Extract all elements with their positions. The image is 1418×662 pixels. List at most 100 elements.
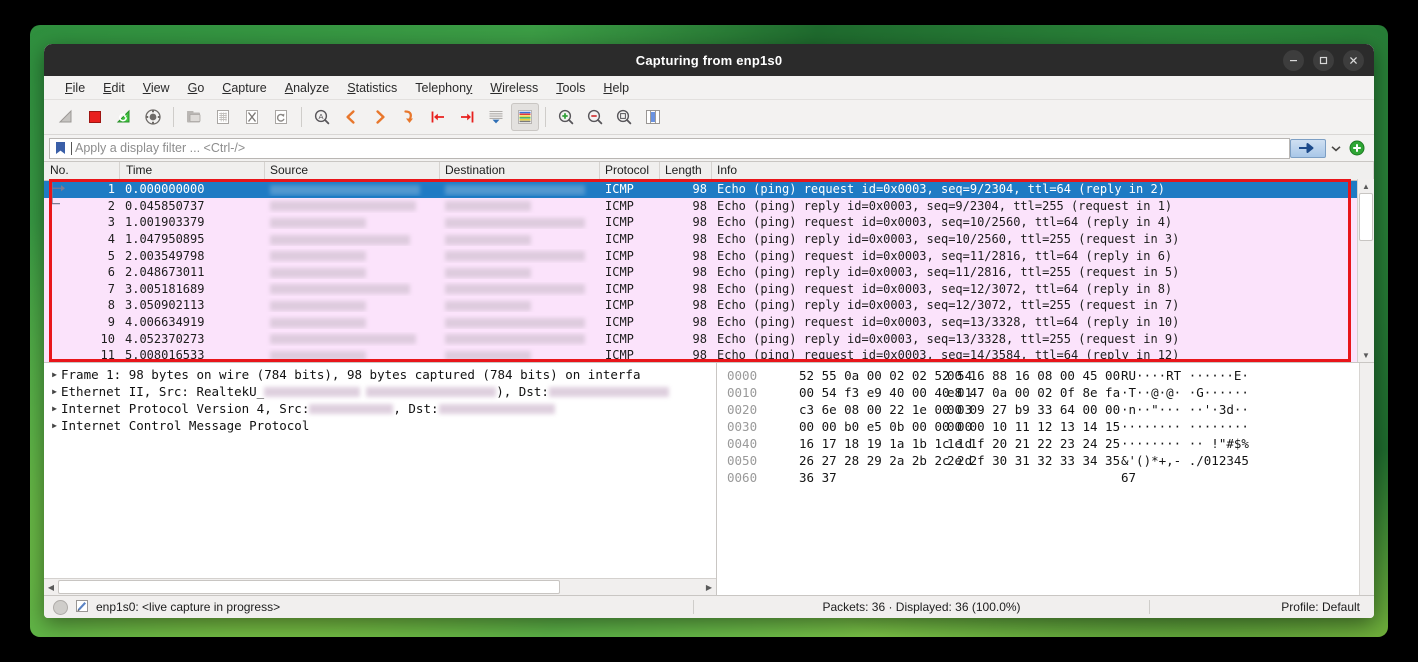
redacted-source	[270, 201, 416, 212]
table-row[interactable]: 1 0.000000000 ICMP 98 Echo (ping) request id…	[44, 181, 1374, 198]
open-file-icon[interactable]	[180, 103, 208, 131]
hex-dump-line[interactable]: 0020 c3 6e 08 00 22 1e 00 03 00 09 27 b9 3…	[727, 401, 1374, 418]
table-row[interactable]: 2 0.045850737 ICMP 98 Echo (ping) reply id=0…	[44, 197, 1374, 215]
colorize-icon[interactable]	[511, 103, 539, 131]
expand-triangle-icon[interactable]: ▶	[48, 421, 61, 430]
detail-node-frame[interactable]: ▶ Frame 1: 98 bytes on wire (784 bits), …	[48, 366, 716, 383]
capture-comment-icon[interactable]	[75, 599, 89, 616]
minimize-button[interactable]	[1283, 49, 1304, 71]
cell-time: 0.045850737	[125, 198, 205, 213]
menu-go[interactable]: Go	[179, 79, 214, 97]
detail-node-ipv4[interactable]: ▶ Internet Protocol Version 4, Src: , Ds…	[48, 400, 716, 417]
menu-telephony[interactable]: Telephony	[406, 79, 481, 97]
zoom-reset-icon[interactable]	[610, 103, 638, 131]
go-to-packet-icon[interactable]	[395, 103, 423, 131]
wireshark-window: Capturing from enp1s0 File Edit View Go …	[44, 44, 1374, 618]
search-input[interactable]: Apply a display filter ... <Ctrl-/>	[75, 141, 245, 155]
expand-triangle-icon[interactable]: ▶	[48, 387, 61, 396]
column-header-info[interactable]: Info	[712, 162, 1374, 180]
menu-edit[interactable]: Edit	[94, 79, 134, 97]
resize-columns-icon[interactable]	[639, 103, 667, 131]
scrollbar-thumb[interactable]	[58, 580, 560, 594]
menu-analyze[interactable]: Analyze	[276, 79, 338, 97]
hex-dump-line[interactable]: 0010 00 54 f3 e9 40 00 40 01 e8 47 0a 00 0…	[727, 384, 1374, 401]
main-toolbar: A	[44, 100, 1374, 135]
restart-capture-icon[interactable]	[110, 103, 138, 131]
table-row[interactable]: 10 4.052370273 ICMP 98 Echo (ping) reply id=…	[44, 330, 1374, 347]
go-to-first-icon[interactable]	[424, 103, 452, 131]
column-header-time[interactable]: Time	[120, 162, 265, 180]
packet-detail-tree[interactable]: ▶ Frame 1: 98 bytes on wire (784 bits), …	[44, 363, 716, 578]
table-row[interactable]: 8 3.050902113 ICMP 98 Echo (ping) reply id=0…	[44, 297, 1374, 314]
maximize-button[interactable]	[1313, 49, 1334, 71]
bookmark-icon[interactable]	[53, 141, 68, 156]
cell-info: Echo (ping) reply id=0x0003, seq=11/2816…	[717, 265, 1180, 280]
go-to-last-icon[interactable]	[453, 103, 481, 131]
cell-time: 0.000000000	[125, 182, 205, 197]
auto-scroll-icon[interactable]	[482, 103, 510, 131]
filter-input-wrapper[interactable]: Apply a display filter ... <Ctrl-/>	[49, 137, 1290, 159]
hex-dump-line[interactable]: 0060 36 37 67	[727, 469, 1374, 486]
column-header-protocol[interactable]: Protocol	[600, 162, 660, 180]
detail-node-icmp[interactable]: ▶ Internet Control Message Protocol	[48, 417, 716, 434]
menu-view[interactable]: View	[134, 79, 179, 97]
packet-details-hscrollbar[interactable]: ◀ ▶	[44, 578, 716, 595]
find-packet-icon[interactable]: A	[308, 103, 336, 131]
profile-text[interactable]: Profile: Default	[1150, 600, 1374, 614]
chevron-down-icon[interactable]	[1329, 140, 1343, 157]
hex-dump-line[interactable]: 0000 52 55 0a 00 02 02 52 54 00 16 88 16 0…	[727, 367, 1374, 384]
column-header-source[interactable]: Source	[265, 162, 440, 180]
hex-dump-line[interactable]: 0040 16 17 18 19 1a 1b 1c 1d 1e 1f 20 21 2…	[727, 435, 1374, 452]
menu-wireless[interactable]: Wireless	[481, 79, 547, 97]
column-header-no[interactable]: No.	[44, 162, 120, 180]
go-forward-icon[interactable]	[366, 103, 394, 131]
table-row[interactable]: 6 2.048673011 ICMP 98 Echo (ping) reply id=0…	[44, 263, 1374, 281]
apply-filter-arrow-icon[interactable]	[1290, 138, 1326, 158]
detail-node-ethernet[interactable]: ▶ Ethernet II, Src: RealtekU_ ), Dst:	[48, 383, 716, 400]
start-capture-icon[interactable]	[52, 103, 80, 131]
zoom-out-icon[interactable]	[581, 103, 609, 131]
table-row[interactable]: 5 2.003549798 ICMP 98 Echo (ping) request id…	[44, 247, 1374, 264]
menu-help[interactable]: Help	[594, 79, 638, 97]
menu-file[interactable]: File	[56, 79, 94, 97]
reload-file-icon[interactable]	[267, 103, 295, 131]
menu-statistics[interactable]: Statistics	[338, 79, 406, 97]
expand-triangle-icon[interactable]: ▶	[48, 404, 61, 413]
close-file-icon[interactable]	[238, 103, 266, 131]
column-header-length[interactable]: Length	[660, 162, 712, 180]
menu-capture[interactable]: Capture	[213, 79, 275, 97]
table-row[interactable]: 7 3.005181689 ICMP 98 Echo (ping) request id…	[44, 280, 1374, 298]
scrollbar-thumb[interactable]	[1359, 193, 1373, 241]
scrollbar-track[interactable]	[1358, 193, 1374, 348]
redacted-destination	[445, 284, 585, 295]
hex-ascii: 67	[1121, 470, 1137, 485]
hex-dump-line[interactable]: 0030 00 00 b0 e5 0b 00 00 00 00 00 10 11 1…	[727, 418, 1374, 435]
packet-bytes-scrollbar[interactable]	[1359, 363, 1374, 595]
packet-list-body[interactable]: 1 0.000000000 ICMP 98 Echo (ping) request id…	[44, 181, 1374, 362]
save-file-icon[interactable]	[209, 103, 237, 131]
menu-bar: File Edit View Go Capture Analyze Statis…	[44, 76, 1374, 100]
add-filter-button-icon[interactable]	[1348, 140, 1365, 157]
scrollbar-track[interactable]	[58, 579, 702, 595]
stop-capture-icon[interactable]	[81, 103, 109, 131]
close-button[interactable]	[1343, 49, 1364, 71]
packet-list-scrollbar[interactable]: ▲ ▼	[1357, 179, 1374, 362]
go-back-icon[interactable]	[337, 103, 365, 131]
table-row[interactable]: 9 4.006634919 ICMP 98 Echo (ping) request id…	[44, 313, 1374, 331]
packet-bytes-pane[interactable]: 0000 52 55 0a 00 02 02 52 54 00 16 88 16 0…	[717, 363, 1374, 595]
menu-tools[interactable]: Tools	[547, 79, 594, 97]
scroll-up-icon[interactable]: ▲	[1358, 179, 1374, 193]
table-row[interactable]: 3 1.001903379 ICMP 98 Echo (ping) request id…	[44, 214, 1374, 231]
hex-bytes-first-half: c3 6e 08 00 22 1e 00 03	[799, 402, 973, 417]
scroll-right-icon[interactable]: ▶	[702, 579, 716, 595]
column-header-destination[interactable]: Destination	[440, 162, 600, 180]
table-row[interactable]: 11 5.008016533 ICMP 98 Echo (ping) request i…	[44, 346, 1374, 362]
scroll-down-icon[interactable]: ▼	[1358, 348, 1374, 362]
expert-info-icon[interactable]	[53, 599, 68, 615]
zoom-in-icon[interactable]	[552, 103, 580, 131]
scroll-left-icon[interactable]: ◀	[44, 579, 58, 595]
expand-triangle-icon[interactable]: ▶	[48, 370, 61, 379]
table-row[interactable]: 4 1.047950895 ICMP 98 Echo (ping) reply id=0…	[44, 230, 1374, 248]
capture-options-icon[interactable]	[139, 103, 167, 131]
hex-dump-line[interactable]: 0050 26 27 28 29 2a 2b 2c 2d 2e 2f 30 31 3…	[727, 452, 1374, 469]
